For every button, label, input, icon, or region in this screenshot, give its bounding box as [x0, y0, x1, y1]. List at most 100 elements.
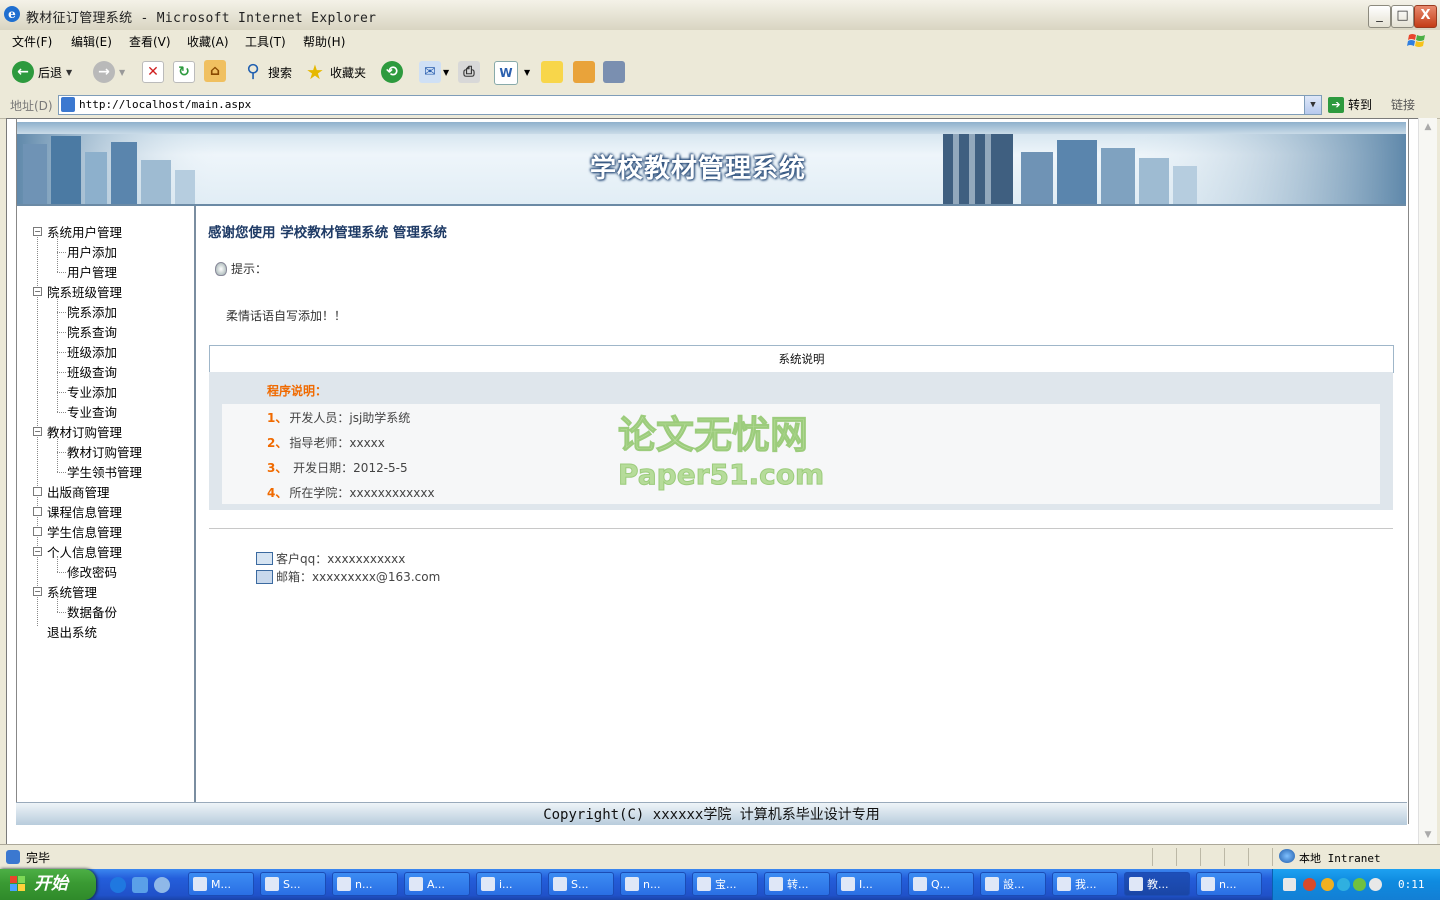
taskbar-task-button[interactable]: 转...: [764, 872, 830, 896]
menu-help[interactable]: 帮助(H): [303, 33, 345, 50]
qq-icon[interactable]: [1321, 878, 1334, 891]
taskbar-task-button[interactable]: n...: [1196, 872, 1262, 896]
nav-group-item[interactable]: 教材订购管理: [47, 422, 122, 441]
task-app-icon: [553, 877, 567, 891]
nav-group-item[interactable]: 课程信息管理: [47, 502, 122, 521]
quicklaunch-ie-icon[interactable]: [110, 877, 126, 893]
taskbar-task-button[interactable]: 宝...: [692, 872, 758, 896]
nav-sub-item[interactable]: 用户添加: [67, 242, 117, 261]
book-icon[interactable]: [573, 61, 595, 83]
maximize-button[interactable]: □: [1391, 5, 1414, 28]
collapse-icon[interactable]: −: [33, 427, 42, 436]
nav-group-item[interactable]: 个人信息管理: [47, 542, 122, 561]
expand-icon[interactable]: [33, 507, 42, 516]
task-label: M...: [211, 878, 231, 891]
nav-sub-item[interactable]: 班级添加: [67, 342, 117, 361]
welcome-heading: 感谢您使用 学校教材管理系统 管理系统: [208, 225, 447, 241]
print-icon[interactable]: ⎙: [458, 61, 480, 83]
start-button[interactable]: 开始: [0, 869, 96, 900]
taskbar-task-button[interactable]: A...: [404, 872, 470, 896]
go-button[interactable]: ➔ 转到: [1328, 96, 1372, 113]
taskbar-task-button[interactable]: S...: [260, 872, 326, 896]
start-label: 开始: [34, 874, 68, 894]
collapse-icon[interactable]: −: [33, 227, 42, 236]
stop-icon[interactable]: ✕: [142, 61, 164, 83]
close-button[interactable]: X: [1414, 5, 1437, 28]
nav-sub-item[interactable]: 用户管理: [67, 262, 117, 281]
taskbar-task-button[interactable]: i...: [476, 872, 542, 896]
nav-sub-item[interactable]: 修改密码: [67, 562, 117, 581]
messenger-icon[interactable]: [1337, 878, 1350, 891]
nav-sub-item[interactable]: 数据备份: [67, 602, 117, 621]
menu-favorites[interactable]: 收藏(A): [187, 33, 229, 50]
tray-expand-icon[interactable]: [1303, 878, 1316, 891]
taskbar-task-button[interactable]: I...: [836, 872, 902, 896]
links-button[interactable]: 链接: [1391, 96, 1415, 113]
collapse-icon[interactable]: −: [33, 287, 42, 296]
task-app-icon: [697, 877, 711, 891]
mail-icon[interactable]: ✉: [419, 61, 441, 83]
taskbar-task-button[interactable]: 教...: [1124, 872, 1190, 896]
back-button[interactable]: ← 后退 ▼: [12, 60, 72, 84]
edit-dropdown-icon[interactable]: ▼: [524, 68, 530, 77]
expand-icon[interactable]: [33, 527, 42, 536]
nav-group-item[interactable]: 系统管理: [47, 582, 97, 601]
info-row-number: 1、: [267, 411, 288, 425]
vertical-scrollbar[interactable]: ▲ ▼: [1418, 118, 1437, 844]
forward-button[interactable]: → ▼: [93, 60, 125, 84]
back-dropdown-icon[interactable]: ▼: [66, 68, 72, 77]
collapse-icon[interactable]: −: [33, 587, 42, 596]
nav-group-item[interactable]: 出版商管理: [47, 482, 110, 501]
taskbar-task-button[interactable]: M...: [188, 872, 254, 896]
home-icon[interactable]: ⌂: [204, 60, 226, 82]
menu-view[interactable]: 查看(V): [129, 33, 171, 50]
forward-dropdown-icon[interactable]: ▼: [119, 68, 125, 77]
nav-group-item[interactable]: 退出系统: [47, 622, 97, 641]
menu-tools[interactable]: 工具(T): [245, 33, 286, 50]
research-icon[interactable]: [603, 61, 625, 83]
collapse-icon[interactable]: −: [33, 547, 42, 556]
taskbar-task-button[interactable]: 我...: [1052, 872, 1118, 896]
edit-word-icon[interactable]: W: [494, 61, 518, 85]
menu-file[interactable]: 文件(F): [12, 33, 52, 50]
nav-group-item[interactable]: 院系班级管理: [47, 282, 122, 301]
network-icon[interactable]: [1353, 878, 1366, 891]
nav-sub-item[interactable]: 专业查询: [67, 402, 117, 421]
quicklaunch-media-icon[interactable]: [154, 877, 170, 893]
scroll-down-icon[interactable]: ▼: [1420, 827, 1436, 843]
nav-sub-item[interactable]: 教材订购管理: [67, 442, 142, 461]
refresh-icon[interactable]: ↻: [173, 61, 195, 83]
quicklaunch-desktop-icon[interactable]: [132, 877, 148, 893]
minimize-button[interactable]: _: [1368, 5, 1391, 28]
info-row: 1、 开发人员：jsj助学系统: [267, 409, 410, 426]
nav-sub-item[interactable]: 班级查询: [67, 362, 117, 381]
task-label: 我...: [1075, 878, 1097, 891]
expand-icon[interactable]: [33, 487, 42, 496]
search-icon: ⚲: [246, 61, 260, 82]
nav-sub-item[interactable]: 院系查询: [67, 322, 117, 341]
keyboard-icon[interactable]: [1283, 878, 1296, 891]
nav-sub-item[interactable]: 学生领书管理: [67, 462, 142, 481]
taskbar-task-button[interactable]: n...: [620, 872, 686, 896]
taskbar-task-button[interactable]: n...: [332, 872, 398, 896]
taskbar-task-button[interactable]: Q...: [908, 872, 974, 896]
history-icon[interactable]: ⟲: [381, 61, 403, 83]
menu-edit[interactable]: 编辑(E): [71, 33, 112, 50]
mail-dropdown-icon[interactable]: ▼: [443, 68, 449, 77]
favorites-button[interactable]: ★ 收藏夹: [304, 60, 366, 84]
search-button[interactable]: ⚲ 搜索: [242, 60, 292, 84]
nav-sub-item[interactable]: 专业添加: [67, 382, 117, 401]
expand-icon[interactable]: [33, 627, 40, 634]
note-icon[interactable]: [541, 61, 563, 83]
window-title-bar[interactable]: e 教材征订管理系统 - Microsoft Internet Explorer…: [0, 0, 1440, 31]
nav-group-item[interactable]: 学生信息管理: [47, 522, 122, 541]
taskbar-task-button[interactable]: 設...: [980, 872, 1046, 896]
search-label: 搜索: [268, 65, 293, 80]
address-input[interactable]: http://localhost/main.aspx ▼: [58, 95, 1322, 115]
nav-group-item[interactable]: 系统用户管理: [47, 222, 122, 241]
nav-sub-item[interactable]: 院系添加: [67, 302, 117, 321]
scroll-up-icon[interactable]: ▲: [1420, 119, 1436, 135]
taskbar-task-button[interactable]: S...: [548, 872, 614, 896]
volume-icon[interactable]: [1369, 878, 1382, 891]
address-dropdown-icon[interactable]: ▼: [1304, 96, 1321, 114]
